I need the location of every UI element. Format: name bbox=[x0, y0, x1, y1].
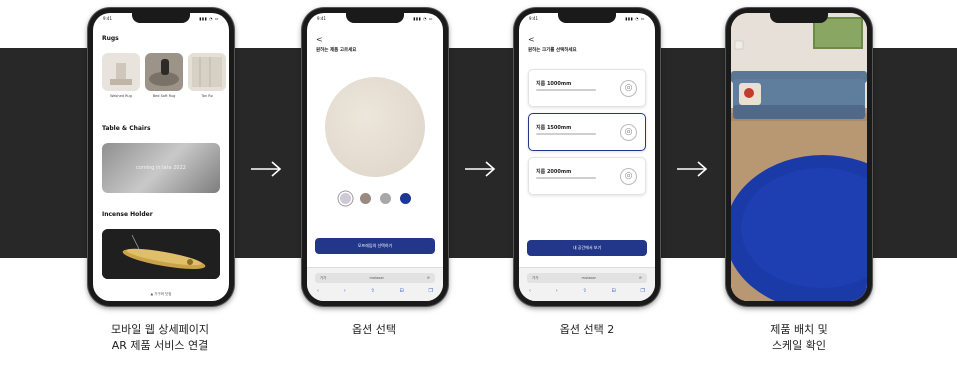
view-in-space-button[interactable]: 내 공간에서 보기 bbox=[527, 240, 647, 256]
back-nav-icon[interactable]: ‹ bbox=[317, 288, 319, 294]
status-time: 9:41 bbox=[103, 16, 112, 21]
rug-size-icon: ◎ bbox=[620, 80, 637, 97]
browser-toolbar: ‹ › ⇧ ⊟ ❐ bbox=[317, 288, 433, 294]
arrow-icon bbox=[676, 160, 708, 178]
notch bbox=[346, 13, 404, 23]
phone-screen bbox=[731, 13, 867, 301]
back-nav-icon[interactable]: ‹ bbox=[529, 288, 531, 294]
rug-image bbox=[188, 53, 226, 91]
browser-bar: 가가 molaoar ⟳ ‹ › ⇧ ⊟ ❐ bbox=[519, 267, 655, 301]
caption-line: 제품 배치 및 bbox=[770, 323, 828, 336]
page-title: 원하는 크기를 선택하세요 bbox=[528, 48, 577, 53]
table-heading: Table & Chairs bbox=[102, 125, 151, 132]
url-text: molaoar bbox=[581, 276, 596, 280]
incense-holder-image bbox=[102, 229, 220, 279]
product-image-icon bbox=[149, 59, 179, 86]
size-option[interactable]: 지름 1000mm ◎ bbox=[528, 69, 646, 107]
notch bbox=[770, 13, 828, 23]
browser-bar: 가가 molaoar ⟳ ‹ › ⇧ ⊟ ❐ bbox=[307, 267, 443, 301]
status-time: 9:41 bbox=[317, 16, 326, 21]
rug-image bbox=[145, 53, 183, 91]
size-option[interactable]: 지름 2000mm ◎ bbox=[528, 157, 646, 195]
caption-step-2: 옵션 선택 bbox=[274, 322, 474, 338]
phone-product-detail: 9:41 ▮▮▮ ◔ ▭ Rugs Washed Rug Bed Soft Ru… bbox=[88, 8, 234, 306]
select-button[interactable]: 모프레임의 선택하기 bbox=[315, 238, 435, 254]
footer: ▲ 가구와 닷컴 bbox=[150, 292, 172, 296]
text-size-button[interactable]: 가가 bbox=[532, 276, 538, 281]
share-icon[interactable]: ⇧ bbox=[371, 288, 375, 294]
caption-step-1: 모바일 웹 상세페이지 AR 제품 서비스 연결 bbox=[60, 322, 260, 354]
product-image-icon bbox=[110, 63, 132, 85]
rug-label: Washed Rug bbox=[110, 94, 132, 98]
browser-toolbar: ‹ › ⇧ ⊟ ❐ bbox=[529, 288, 645, 294]
size-option-desc bbox=[536, 177, 596, 179]
color-swatch[interactable] bbox=[379, 193, 391, 204]
phone-ar-view bbox=[726, 8, 872, 306]
caption-line: 스케일 확인 bbox=[771, 339, 827, 352]
reload-icon[interactable]: ⟳ bbox=[427, 276, 430, 280]
caption-line: 옵션 선택 2 bbox=[559, 323, 615, 336]
signal-icon: ▮▮▮ ◔ ▭ bbox=[199, 16, 219, 21]
phone-screen: 9:41 ▮▮▮ ◔ ▭ < 원하는 제품 고르세요 모프레임의 선택하기 가가… bbox=[307, 13, 443, 301]
size-option-title: 지름 1000mm bbox=[536, 81, 572, 87]
phone-option-select: 9:41 ▮▮▮ ◔ ▭ < 원하는 제품 고르세요 모프레임의 선택하기 가가… bbox=[302, 8, 448, 306]
tabs-icon[interactable]: ❐ bbox=[640, 288, 644, 294]
caption-line: 옵션 선택 bbox=[352, 323, 396, 336]
share-icon[interactable]: ⇧ bbox=[583, 288, 587, 294]
size-option-selected[interactable]: 지름 1500mm ◎ bbox=[528, 113, 646, 151]
table-banner[interactable]: coming in late 2022 bbox=[102, 143, 220, 193]
rug-image bbox=[102, 53, 140, 91]
bookmarks-icon[interactable]: ⊟ bbox=[400, 288, 404, 294]
ar-camera-view bbox=[731, 13, 867, 301]
rug-size-icon: ◎ bbox=[620, 168, 637, 185]
arrow-icon bbox=[464, 160, 496, 178]
back-icon[interactable]: < bbox=[528, 35, 535, 44]
rug-label: Bed Soft Rug bbox=[152, 94, 176, 98]
forward-nav-icon[interactable]: › bbox=[556, 288, 558, 294]
bookmarks-icon[interactable]: ⊟ bbox=[612, 288, 616, 294]
forward-nav-icon[interactable]: › bbox=[344, 288, 346, 294]
status-time: 9:41 bbox=[529, 16, 538, 21]
address-bar[interactable]: 가가 molaoar ⟳ bbox=[315, 273, 435, 283]
text-size-button[interactable]: 가가 bbox=[320, 276, 326, 281]
rug-item[interactable]: Bed Soft Rug bbox=[145, 53, 183, 98]
color-swatch[interactable] bbox=[339, 193, 351, 204]
rug-item[interactable]: Tan Ro bbox=[188, 53, 226, 98]
size-option-title: 지름 1500mm bbox=[536, 125, 572, 131]
arrow-icon bbox=[250, 160, 282, 178]
caption-step-4: 제품 배치 및 스케일 확인 bbox=[699, 322, 899, 354]
color-swatch[interactable] bbox=[359, 193, 371, 204]
phone-size-select: 9:41 ▮▮▮ ◔ ▭ < 원하는 크기를 선택하세요 지름 1000mm ◎… bbox=[514, 8, 660, 306]
back-icon[interactable]: < bbox=[316, 35, 323, 44]
caption-line: AR 제품 서비스 연결 bbox=[111, 339, 209, 352]
incense-card[interactable] bbox=[102, 229, 220, 279]
page-title: 원하는 제품 고르세요 bbox=[316, 48, 357, 53]
size-option-desc bbox=[536, 133, 596, 135]
caption-line: 모바일 웹 상세페이지 bbox=[110, 323, 210, 336]
caption-step-3: 옵션 선택 2 bbox=[487, 322, 687, 338]
rug-preview bbox=[325, 77, 425, 177]
rug-item[interactable]: Washed Rug bbox=[102, 53, 140, 98]
rug-size-icon: ◎ bbox=[620, 124, 637, 141]
product-image-icon bbox=[192, 57, 222, 87]
notch bbox=[132, 13, 190, 23]
banner-text: coming in late 2022 bbox=[136, 165, 186, 171]
incense-heading: Incense Holder bbox=[102, 211, 153, 218]
notch bbox=[558, 13, 616, 23]
rug-list: Washed Rug Bed Soft Rug Tan Ro bbox=[102, 53, 226, 98]
color-swatch[interactable] bbox=[399, 193, 411, 204]
size-option-desc bbox=[536, 89, 596, 91]
address-bar[interactable]: 가가 molaoar ⟳ bbox=[527, 273, 647, 283]
signal-icon: ▮▮▮ ◔ ▭ bbox=[625, 16, 645, 21]
phone-screen: 9:41 ▮▮▮ ◔ ▭ Rugs Washed Rug Bed Soft Ru… bbox=[93, 13, 229, 301]
tabs-icon[interactable]: ❐ bbox=[428, 288, 432, 294]
signal-icon: ▮▮▮ ◔ ▭ bbox=[413, 16, 433, 21]
url-text: molaoar bbox=[369, 276, 384, 280]
size-option-title: 지름 2000mm bbox=[536, 169, 572, 175]
rugs-heading: Rugs bbox=[102, 35, 119, 42]
phone-screen: 9:41 ▮▮▮ ◔ ▭ < 원하는 크기를 선택하세요 지름 1000mm ◎… bbox=[519, 13, 655, 301]
color-swatches bbox=[307, 193, 443, 204]
reload-icon[interactable]: ⟳ bbox=[639, 276, 642, 280]
rug-label: Tan Ro bbox=[201, 94, 213, 98]
